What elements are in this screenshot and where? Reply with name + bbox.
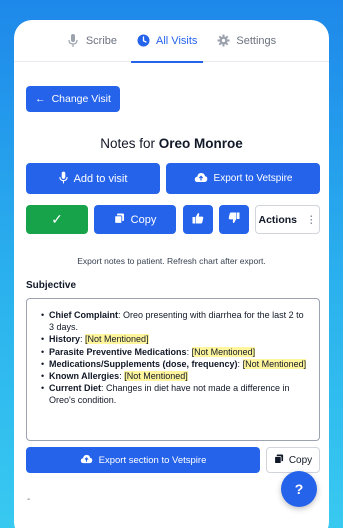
section-title: Subjective bbox=[26, 280, 77, 291]
copy-icon bbox=[114, 213, 125, 227]
list-item: Known Allergies: [Not Mentioned] bbox=[41, 370, 307, 382]
help-icon: ? bbox=[294, 481, 304, 497]
copy-icon bbox=[274, 453, 284, 467]
export-section-label: Export section to Vetspire bbox=[98, 454, 207, 466]
list-item: Chief Complaint: Oreo presenting with di… bbox=[41, 309, 307, 333]
copy-section-button[interactable]: Copy bbox=[266, 447, 320, 473]
export-to-vetspire-button[interactable]: Export to Vetspire bbox=[166, 163, 320, 194]
tab-label: Settings bbox=[236, 34, 277, 47]
change-visit-button[interactable]: ← Change Visit bbox=[26, 86, 120, 112]
patient-name: Oreo Monroe bbox=[158, 136, 243, 151]
help-button[interactable]: ? bbox=[281, 471, 317, 507]
page-title: Notes for Oreo Monroe bbox=[14, 136, 329, 151]
copy-label: Copy bbox=[130, 213, 157, 226]
item-label: Current Diet bbox=[49, 383, 102, 394]
microphone-icon bbox=[67, 34, 80, 47]
more-vertical-icon: ⋮ bbox=[306, 213, 317, 226]
list-item: Parasite Preventive Medications: [Not Me… bbox=[41, 346, 307, 358]
thumbs-down-icon bbox=[228, 212, 240, 227]
item-value: [Not Mentioned] bbox=[191, 346, 256, 357]
gear-icon bbox=[217, 34, 230, 47]
actions-label: Actions bbox=[258, 213, 297, 226]
actions-menu-button[interactable]: Actions ⋮ bbox=[255, 205, 320, 234]
check-icon: ✓ bbox=[51, 211, 63, 227]
add-to-visit-button[interactable]: Add to visit bbox=[26, 163, 160, 194]
copy-button[interactable]: Copy bbox=[94, 205, 176, 234]
approve-button[interactable]: ✓ bbox=[26, 205, 88, 234]
cloud-upload-icon bbox=[194, 172, 208, 186]
tab-settings[interactable]: Settings bbox=[207, 20, 286, 62]
tab-scribe[interactable]: Scribe bbox=[57, 20, 127, 62]
item-value: [Not Mentioned] bbox=[124, 371, 188, 382]
footer-dash: - bbox=[27, 494, 31, 505]
change-visit-label: Change Visit bbox=[51, 93, 111, 105]
copy-section-label: Copy bbox=[288, 454, 313, 466]
list-item: History: [Not Mentioned] bbox=[41, 333, 307, 346]
item-label: Chief Complaint bbox=[49, 310, 118, 320]
list-item: Medications/Supplements (dose, frequency… bbox=[41, 358, 307, 370]
notes-editor[interactable]: Chief Complaint: Oreo presenting with di… bbox=[26, 298, 320, 441]
item-value: [Not Mentioned] bbox=[85, 334, 149, 345]
microphone-icon bbox=[58, 171, 68, 187]
notes-title-prefix: Notes for bbox=[100, 136, 155, 151]
thumbs-up-icon bbox=[192, 212, 204, 227]
export-hint: Export notes to patient. Refresh chart a… bbox=[77, 256, 266, 266]
thumbs-up-button[interactable] bbox=[183, 205, 213, 234]
item-label: Parasite Preventive Medications bbox=[49, 346, 187, 357]
tab-label: Scribe bbox=[85, 34, 118, 47]
export-to-vetspire-label: Export to Vetspire bbox=[213, 173, 293, 184]
item-value: [Not Mentioned] bbox=[242, 358, 307, 369]
extension-panel: Scribe All Visits Settings ← Change Visi… bbox=[14, 20, 329, 528]
export-section-button[interactable]: Export section to Vetspire bbox=[26, 447, 260, 473]
clock-icon bbox=[137, 34, 150, 47]
cloud-upload-icon bbox=[80, 454, 93, 467]
item-label: Medications/Supplements (dose, frequency… bbox=[49, 358, 238, 369]
tab-all-visits[interactable]: All Visits bbox=[127, 20, 207, 63]
tab-label: All Visits bbox=[156, 34, 198, 47]
add-to-visit-label: Add to visit bbox=[73, 172, 128, 185]
thumbs-down-button[interactable] bbox=[219, 205, 249, 234]
item-label: Known Allergies bbox=[49, 371, 120, 382]
arrow-left-icon: ← bbox=[35, 93, 46, 105]
list-item: Current Diet: Changes in diet have not m… bbox=[41, 382, 307, 406]
tab-bar: Scribe All Visits Settings bbox=[14, 20, 329, 63]
notes-list: Chief Complaint: Oreo presenting with di… bbox=[41, 309, 307, 407]
item-label: History bbox=[49, 334, 81, 345]
